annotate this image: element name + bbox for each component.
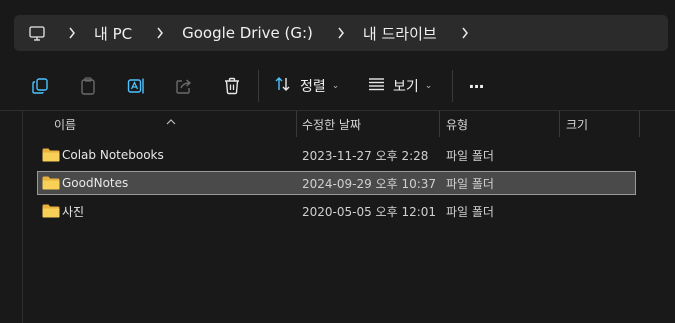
address-bar[interactable]: 내 PC Google Drive (G:) 내 드라이브 bbox=[14, 15, 668, 51]
more-options-button[interactable]: ··· bbox=[464, 74, 488, 98]
column-divider[interactable] bbox=[296, 111, 297, 137]
delete-icon[interactable] bbox=[220, 74, 244, 98]
sort-label: 정렬 bbox=[300, 79, 326, 95]
column-divider[interactable] bbox=[639, 111, 640, 137]
toolbar-divider bbox=[258, 70, 259, 102]
view-label: 보기 bbox=[393, 79, 419, 95]
paste-icon[interactable] bbox=[76, 74, 100, 98]
computer-icon[interactable] bbox=[28, 24, 46, 42]
toolbar-divider bbox=[452, 70, 453, 102]
command-bar: 정렬 ⌄ 보기 ⌄ ··· bbox=[0, 62, 675, 110]
folder-icon bbox=[42, 148, 60, 162]
share-icon[interactable] bbox=[172, 74, 196, 98]
folder-icon bbox=[42, 176, 60, 190]
sort-icon bbox=[274, 76, 292, 96]
column-divider[interactable] bbox=[559, 111, 560, 137]
chevron-right-icon[interactable] bbox=[461, 27, 469, 39]
view-list-icon bbox=[368, 77, 385, 95]
column-headers: 이름 수정한 날짜 유형 크기 bbox=[0, 111, 675, 137]
chevron-right-icon[interactable] bbox=[156, 27, 164, 39]
file-row[interactable]: Colab Notebooks 2023-11-27 오후 2:28 파일 폴더 bbox=[37, 143, 636, 167]
chevron-right-icon[interactable] bbox=[337, 27, 345, 39]
folder-icon bbox=[42, 204, 60, 218]
chevron-down-icon: ⌄ bbox=[424, 81, 433, 91]
sort-menu-button[interactable]: 정렬 ⌄ bbox=[274, 74, 339, 98]
chevron-down-icon: ⌄ bbox=[331, 81, 340, 91]
sort-ascending-icon bbox=[166, 111, 176, 125]
breadcrumb-google-drive[interactable]: Google Drive (G:) bbox=[182, 24, 313, 42]
breadcrumb-my-pc[interactable]: 내 PC bbox=[94, 23, 132, 44]
file-row[interactable]: 사진 2020-05-05 오후 12:01 파일 폴더 bbox=[37, 199, 636, 223]
file-name: 사진 bbox=[62, 204, 85, 219]
chevron-right-icon[interactable] bbox=[68, 27, 76, 39]
column-header-name[interactable]: 이름 bbox=[54, 111, 76, 137]
file-date-modified: 2023-11-27 오후 2:28 bbox=[302, 148, 429, 163]
file-row-selected[interactable]: GoodNotes 2024-09-29 오후 10:37 파일 폴더 bbox=[37, 171, 636, 195]
view-menu-button[interactable]: 보기 ⌄ bbox=[368, 74, 432, 98]
column-header-date-modified[interactable]: 수정한 날짜 bbox=[302, 111, 361, 137]
column-divider[interactable] bbox=[439, 111, 440, 137]
file-date-modified: 2020-05-05 오후 12:01 bbox=[302, 204, 437, 219]
breadcrumb-my-drive[interactable]: 내 드라이브 bbox=[363, 23, 437, 44]
file-type: 파일 폴더 bbox=[446, 148, 494, 163]
file-type: 파일 폴더 bbox=[446, 204, 494, 219]
file-name: Colab Notebooks bbox=[62, 148, 164, 162]
file-date-modified: 2024-09-29 오후 10:37 bbox=[302, 176, 437, 191]
rename-icon[interactable] bbox=[124, 74, 148, 98]
navigation-pane-divider[interactable] bbox=[22, 111, 23, 323]
column-header-type[interactable]: 유형 bbox=[446, 111, 468, 137]
file-name: GoodNotes bbox=[62, 176, 129, 190]
copy-icon[interactable] bbox=[28, 74, 52, 98]
column-header-size[interactable]: 크기 bbox=[566, 111, 588, 137]
file-type: 파일 폴더 bbox=[446, 176, 494, 191]
